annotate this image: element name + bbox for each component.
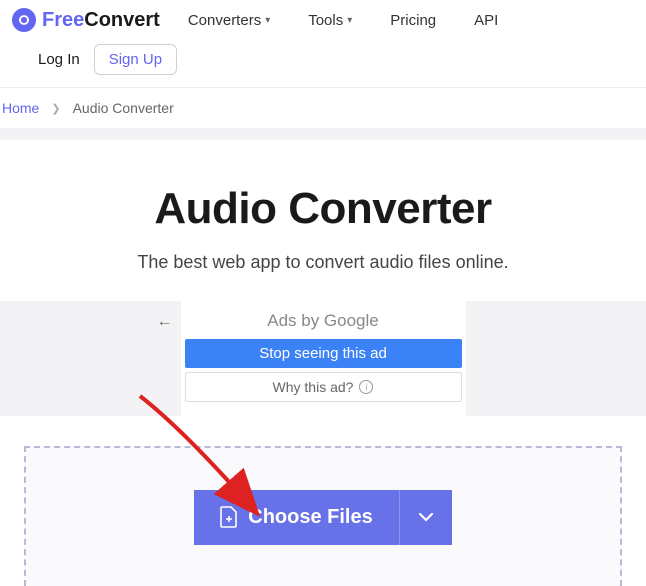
logo-text: FreeConvert (42, 9, 160, 32)
ad-header-label: Ads by Google (181, 311, 466, 331)
signup-button[interactable]: Sign Up (94, 44, 177, 75)
login-link[interactable]: Log In (38, 51, 80, 68)
chevron-down-icon: ▾ (265, 15, 270, 26)
nav-pricing[interactable]: Pricing (390, 12, 436, 29)
choose-files-dropdown[interactable] (399, 490, 452, 545)
ad-why-button[interactable]: Why this ad? i (185, 372, 462, 402)
back-arrow-icon[interactable]: ← (157, 313, 173, 331)
brand-logo[interactable]: FreeConvert (12, 8, 160, 32)
nav-tools[interactable]: Tools ▾ (308, 12, 352, 29)
breadcrumb-home[interactable]: Home (2, 100, 39, 116)
breadcrumb-current: Audio Converter (73, 100, 174, 116)
choose-files-label: Choose Files (248, 506, 372, 529)
info-icon: i (359, 380, 373, 394)
nav-converters[interactable]: Converters ▾ (188, 12, 270, 29)
chevron-right-icon: ❯ (51, 102, 60, 115)
divider (0, 128, 646, 140)
nav-api[interactable]: API (474, 12, 498, 29)
nav-label: API (474, 12, 498, 29)
ad-stop-button[interactable]: Stop seeing this ad (185, 339, 462, 368)
ad-container: ← Ads by Google Stop seeing this ad Why … (0, 301, 646, 416)
breadcrumb: Home ❯ Audio Converter (0, 87, 646, 128)
logo-icon (12, 8, 36, 32)
nav-label: Pricing (390, 12, 436, 29)
chevron-down-icon: ▾ (347, 15, 352, 26)
nav-label: Tools (308, 12, 343, 29)
file-plus-icon (220, 506, 238, 528)
ad-why-label: Why this ad? (273, 379, 354, 395)
page-subtitle: The best web app to convert audio files … (20, 252, 626, 273)
chevron-down-icon (418, 512, 434, 522)
choose-files-button[interactable]: Choose Files (194, 490, 398, 545)
nav-label: Converters (188, 12, 261, 29)
page-title: Audio Converter (20, 184, 626, 234)
file-drop-zone[interactable]: Choose Files (24, 446, 622, 586)
